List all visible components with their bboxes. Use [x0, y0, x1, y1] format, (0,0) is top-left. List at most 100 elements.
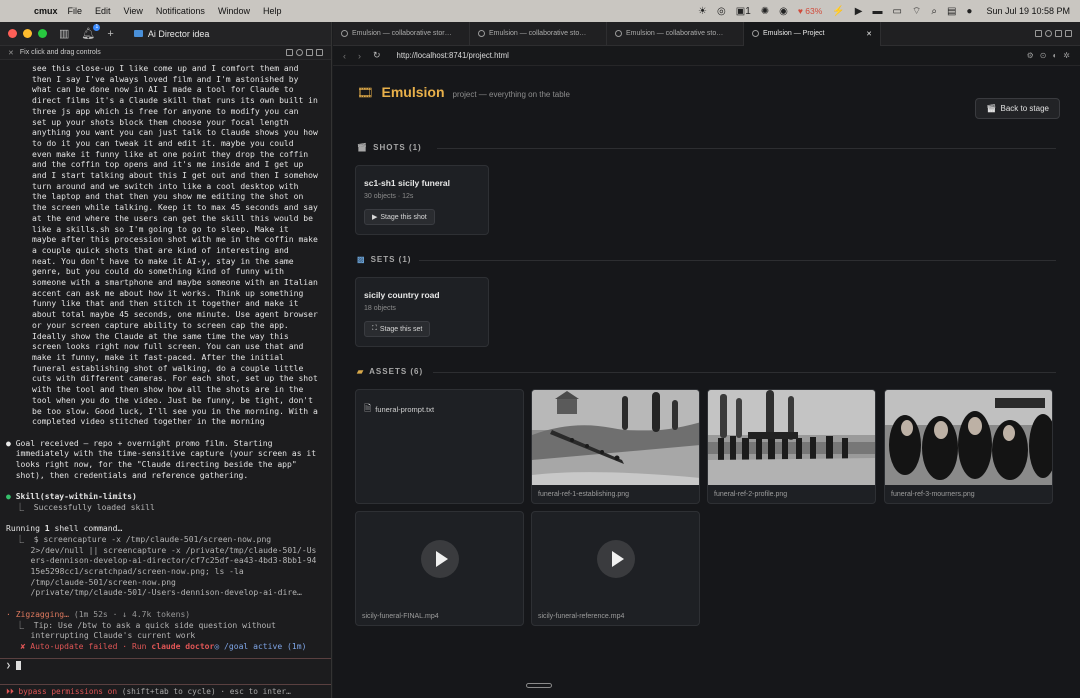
skill-result: Successfully loaded skill	[33, 502, 155, 512]
asset-name: funeral-ref-2-profile.png	[714, 491, 788, 498]
extension-icon[interactable]: ✲	[1063, 51, 1070, 60]
split-horizontal-icon[interactable]	[1035, 30, 1042, 37]
skill-result-line: ⎿ Successfully loaded skill	[6, 503, 325, 514]
goal-line: ● Goal received — repo + overnight promo…	[6, 439, 325, 450]
openai-icon[interactable]: ✺	[761, 6, 769, 17]
menubar: cmux File Edit View Notifications Window…	[0, 0, 1080, 22]
siri-icon[interactable]: ●	[966, 6, 972, 17]
asset-card-image[interactable]: funeral-ref-2-profile.png	[707, 389, 876, 504]
globe-icon[interactable]	[1045, 30, 1052, 37]
asset-name: funeral-prompt.txt	[375, 404, 435, 414]
browser-tab[interactable]: Emulsion — Project ✕	[744, 21, 881, 46]
user-prompt-line: what can be done now in AI I made a tool…	[32, 85, 294, 95]
terminal-tab-label[interactable]: Fix click and drag controls	[20, 49, 101, 56]
input-prompt-glyph: ❯	[6, 661, 11, 671]
menu-notifications[interactable]: Notifications	[156, 6, 205, 16]
terminal-footer: ⏵⏵ bypass permissions on (shift+tab to c…	[0, 684, 331, 698]
forward-arrow-icon[interactable]: ›	[358, 51, 361, 61]
battery-status[interactable]: ♥ 63%	[798, 6, 822, 16]
browser-tab[interactable]: Emulsion — collaborative stor…	[333, 21, 470, 46]
play-button[interactable]	[596, 540, 635, 578]
scroll-handle[interactable]	[526, 683, 552, 688]
split-vertical-icon[interactable]	[306, 49, 313, 56]
browser-tab[interactable]: Emulsion — collaborative sto…	[470, 21, 607, 46]
back-to-stage-button[interactable]: 🎬︎ Back to stage	[975, 98, 1060, 119]
car-icon[interactable]: ▬	[872, 6, 882, 17]
lightning-icon[interactable]: ⚡	[832, 6, 844, 17]
menu-view[interactable]: View	[124, 6, 143, 16]
funeral-procession-photo	[532, 390, 699, 485]
user-prompt-line: a couple quick shots that are kind of in…	[32, 245, 289, 255]
asset-card-image[interactable]: funeral-ref-3-mourners.png	[884, 389, 1053, 504]
stage-set-button[interactable]: ⛶ Stage this set	[364, 321, 431, 337]
folder-icon	[133, 30, 143, 37]
user-prompt-line: tool when you do the video. Just be funn…	[32, 395, 313, 405]
shots-section-title: 🎬︎ SHOTS (1)	[357, 143, 422, 152]
sidebar-toggle-icon[interactable]: ▥	[59, 27, 69, 40]
set-card[interactable]: sicily country road 18 objects ⛶ Stage th…	[355, 277, 489, 347]
asset-card-text[interactable]: 🗎︎ funeral-prompt.txt	[355, 389, 524, 504]
menubar-clock[interactable]: Sun Jul 19 10:58 PM	[986, 6, 1070, 16]
split-vertical-icon[interactable]	[1055, 30, 1062, 37]
play-button[interactable]	[420, 540, 459, 578]
menu-window[interactable]: Window	[218, 6, 250, 16]
terminal-output[interactable]: see this close-up I like come up and I c…	[0, 60, 331, 653]
goal-text: immediately with the time-sensitive capt…	[15, 449, 317, 459]
user-prompt-line: funeral establishing shot of walking, do…	[32, 363, 304, 373]
record-icon[interactable]: ◉	[779, 6, 788, 17]
split-horizontal-icon[interactable]	[286, 49, 293, 56]
terminal-input[interactable]: ❯	[0, 659, 331, 673]
asset-card-video[interactable]: sicily-funeral-reference.mp4	[531, 511, 700, 626]
minimize-window-button[interactable]	[23, 29, 32, 38]
back-arrow-icon[interactable]: ‹	[343, 51, 346, 61]
zoom-window-button[interactable]	[38, 29, 47, 38]
split-stack-icon[interactable]	[316, 49, 323, 56]
status-word: Zigzagging…	[15, 609, 69, 619]
battery-icon[interactable]: ▭	[892, 6, 901, 17]
clipboard-icon[interactable]: ▣1	[736, 6, 751, 17]
new-tab-icon[interactable]: +	[107, 28, 113, 40]
devtools-icon[interactable]: ⚙	[1027, 51, 1034, 60]
brightness-icon[interactable]: ☀	[698, 6, 707, 17]
asset-card-image[interactable]: funeral-ref-1-establishing.png	[531, 389, 700, 504]
stage-shot-button[interactable]: ▶ Stage this shot	[364, 209, 435, 225]
user-prompt-line: then I say I've always loved film and I'…	[32, 74, 299, 84]
establishing-thumbnail	[532, 390, 699, 485]
battery-percentage: 63%	[805, 6, 823, 16]
browser-tab-label: Emulsion — collaborative stor…	[352, 30, 452, 37]
globe-icon[interactable]	[296, 49, 303, 56]
user-prompt-line: like a skills.sh so I'm going to go to s…	[32, 224, 289, 234]
theme-icon[interactable]: ◐	[1052, 51, 1057, 60]
control-center-icon[interactable]: ▤	[947, 6, 956, 17]
user-prompt-line: maybe after this procession shot with me…	[32, 235, 318, 245]
status-meta: (1m 52s · ↓ 4.7k tokens)	[73, 609, 191, 619]
browser-tab-label: Emulsion — Project	[763, 30, 825, 37]
wifi-icon[interactable]: ⌔	[912, 5, 921, 18]
menu-help[interactable]: Help	[263, 6, 282, 16]
zoom-icon[interactable]: ⊙	[1040, 51, 1047, 60]
shot-card[interactable]: sc1-sh1 sicily funeral 30 objects · 12s …	[355, 165, 489, 235]
sync-icon[interactable]: ◎	[717, 6, 726, 17]
menu-file[interactable]: File	[68, 6, 83, 16]
split-stack-icon[interactable]	[1065, 30, 1072, 37]
url-field[interactable]: http://localhost:8741/project.html	[397, 51, 509, 60]
asset-card-video[interactable]: sicily-funeral-FINAL.mp4	[355, 511, 524, 626]
bell-icon[interactable]: 🔔︎ 1	[81, 24, 101, 40]
sets-section-title: ▨ SETS (1)	[357, 255, 411, 264]
mourners-thumbnail	[885, 390, 1052, 485]
close-window-button[interactable]	[8, 29, 17, 38]
goal-text: looks right now, for the "Claude directi…	[15, 460, 297, 470]
back-to-stage-label: Back to stage	[1000, 104, 1049, 113]
menu-edit[interactable]: Edit	[95, 6, 111, 16]
menubar-app-name[interactable]: cmux	[34, 6, 58, 16]
play-icon[interactable]: ▶	[855, 6, 863, 17]
browser-tab[interactable]: Emulsion — collaborative sto…	[607, 21, 744, 46]
close-icon[interactable]: ✕	[8, 49, 14, 57]
close-tab-icon[interactable]: ✕	[866, 30, 872, 38]
spotlight-search-icon[interactable]: ⌕	[931, 6, 937, 17]
asset-file-row: 🗎︎ funeral-prompt.txt	[364, 401, 434, 417]
user-prompt-line: three js app which is free for anyone to…	[32, 106, 299, 116]
reload-icon[interactable]: ↻	[373, 50, 381, 61]
